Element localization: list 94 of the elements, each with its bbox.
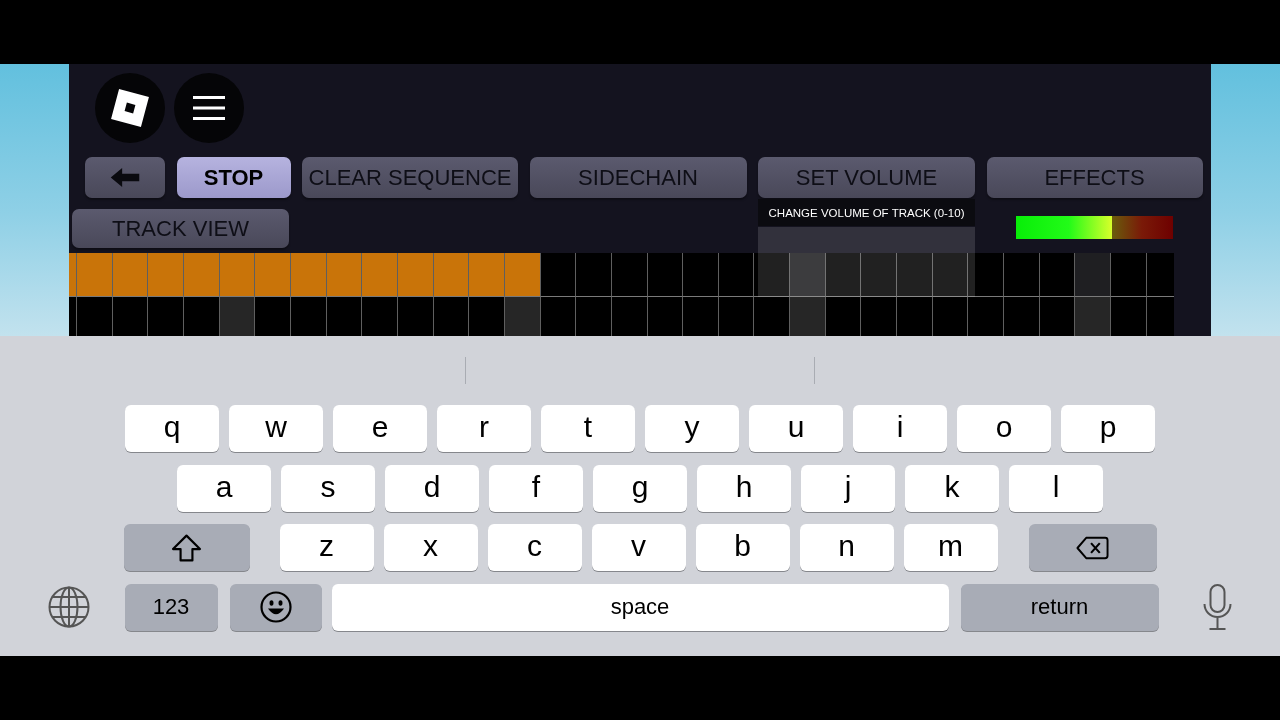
sequencer-step[interactable]	[183, 297, 220, 336]
sequencer-step[interactable]	[754, 297, 791, 336]
keyboard-key[interactable]: x	[383, 524, 478, 571]
smiley-icon	[259, 591, 292, 623]
sequencer-step[interactable]	[397, 297, 434, 336]
volume-input-field[interactable]	[758, 227, 975, 297]
left-arrow-icon	[110, 168, 140, 187]
keyboard-key[interactable]: l	[1009, 464, 1103, 512]
sequencer-step[interactable]	[718, 297, 755, 336]
keyboard-key[interactable]: h	[697, 464, 791, 512]
sequencer-step[interactable]	[1146, 253, 1174, 297]
sequencer-step[interactable]	[861, 253, 898, 297]
sequencer-step[interactable]	[611, 297, 648, 336]
sequencer-step[interactable]	[255, 297, 291, 336]
menu-icon	[193, 96, 225, 120]
space-bar[interactable]: space	[331, 583, 949, 631]
keyboard-key[interactable]: v	[591, 524, 686, 571]
sequencer-step[interactable]	[1146, 297, 1174, 336]
sequencer-step[interactable]	[1111, 297, 1147, 336]
sequencer-step[interactable]	[1111, 253, 1147, 297]
sequencer-step[interactable]	[647, 253, 684, 297]
sequencer-step[interactable]	[825, 253, 862, 297]
sequencer-step[interactable]	[77, 297, 113, 336]
sequencer-step[interactable]	[683, 297, 719, 336]
sequencer-step[interactable]	[504, 297, 541, 336]
sequencer-step[interactable]	[718, 253, 755, 297]
keyboard-key[interactable]: k	[905, 464, 999, 512]
tooltip: CHANGE VOLUME OF TRACK (0-10)	[758, 199, 975, 226]
sequencer-step[interactable]	[897, 297, 933, 336]
sequencer-step[interactable]	[611, 253, 648, 297]
sequencer-step[interactable]	[932, 297, 969, 336]
sequencer-step[interactable]	[290, 297, 327, 336]
keyboard-key[interactable]: t	[541, 405, 635, 452]
keyboard-key[interactable]: b	[695, 524, 790, 571]
sequencer-step[interactable]	[968, 297, 1005, 336]
sequencer-step[interactable]	[576, 297, 612, 336]
numbers-key[interactable]: 123	[124, 583, 218, 631]
keyboard-key[interactable]: j	[801, 464, 895, 512]
keyboard-key[interactable]: z	[279, 524, 374, 571]
keyboard-key[interactable]: d	[385, 464, 479, 512]
keyboard-key[interactable]: i	[853, 405, 947, 452]
sequencer-step[interactable]	[362, 297, 398, 336]
keyboard-key[interactable]: a	[177, 464, 271, 512]
toolbar-button[interactable]: STOP	[176, 157, 291, 198]
shift-arrow-icon	[171, 533, 202, 562]
sequencer-step[interactable]	[219, 297, 256, 336]
keyboard-key[interactable]: e	[333, 405, 427, 452]
sequencer-step[interactable]	[897, 253, 933, 297]
delete-icon	[1076, 535, 1109, 560]
sequencer-step[interactable]	[1039, 253, 1076, 297]
keyboard-key[interactable]: s	[281, 464, 375, 512]
sequencer-step[interactable]	[790, 253, 826, 297]
sequencer-step[interactable]	[1075, 253, 1112, 297]
sequencer-step[interactable]	[69, 297, 77, 336]
keyboard-key[interactable]: f	[489, 464, 583, 512]
sequencer-step[interactable]	[1004, 253, 1040, 297]
sequencer-step[interactable]	[647, 297, 684, 336]
sequencer-step[interactable]	[112, 297, 149, 336]
keyboard-key[interactable]: m	[903, 524, 998, 571]
sequencer-step[interactable]	[540, 253, 577, 297]
sequencer-step[interactable]	[861, 297, 898, 336]
microphone-icon[interactable]	[1201, 584, 1233, 630]
sequencer-step[interactable]	[754, 253, 791, 297]
keyboard-key[interactable]: r	[437, 405, 531, 452]
sequencer-step[interactable]	[1004, 297, 1040, 336]
sequencer-step[interactable]	[683, 253, 719, 297]
emoji-key[interactable]	[229, 583, 322, 631]
sequencer-step[interactable]	[825, 297, 862, 336]
sequencer-step[interactable]	[1075, 297, 1112, 336]
logo-icon	[111, 89, 149, 127]
keyboard-key[interactable]: p	[1061, 405, 1155, 452]
keyboard-key[interactable]: y	[645, 405, 739, 452]
shift-key[interactable]	[123, 524, 250, 571]
sequencer-step[interactable]	[326, 297, 363, 336]
sequencer-step[interactable]	[576, 253, 612, 297]
sequencer-step[interactable]	[932, 253, 969, 297]
keyboard-key[interactable]: g	[593, 464, 687, 512]
sequencer-step[interactable]	[968, 253, 1005, 297]
globe-icon[interactable]	[47, 586, 90, 628]
sequencer-step[interactable]	[148, 297, 184, 336]
sequencer-step[interactable]	[469, 297, 505, 336]
sequencer-step[interactable]	[1039, 297, 1076, 336]
keyboard-key[interactable]: c	[487, 524, 582, 571]
keyboard-key[interactable]: u	[749, 405, 843, 452]
back-button[interactable]	[85, 157, 165, 198]
return-key[interactable]: return	[960, 583, 1159, 631]
keyboard-key[interactable]: q	[125, 405, 219, 452]
sequencer-step[interactable]	[540, 297, 577, 336]
keyboard-key[interactable]: w	[229, 405, 323, 452]
sequencer-step[interactable]	[790, 297, 826, 336]
sequencer-step[interactable]	[433, 297, 470, 336]
keyboard-key[interactable]: n	[799, 524, 894, 571]
keyboard-key[interactable]: o	[957, 405, 1051, 452]
delete-key[interactable]	[1028, 524, 1157, 571]
